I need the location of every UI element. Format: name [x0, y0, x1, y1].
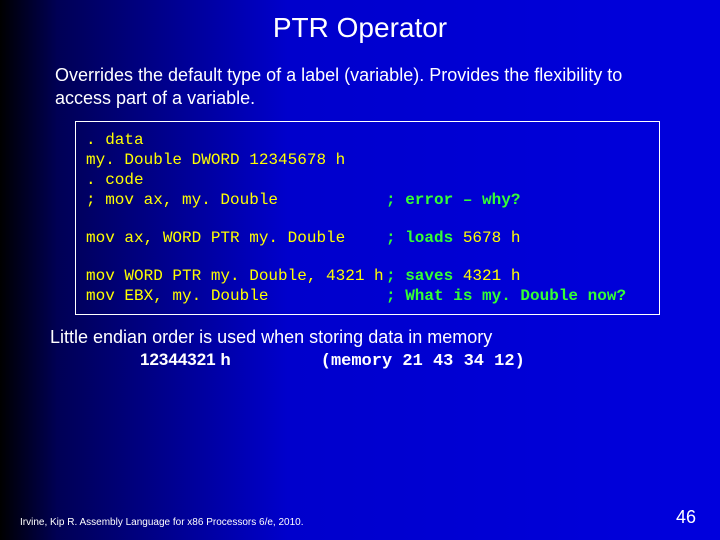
code-comment: ; loads 5678 h [386, 228, 520, 248]
endian-row: 12344321 h (memory 21 43 34 12) [50, 350, 680, 371]
endian-memory: (memory 21 43 34 12) [321, 352, 525, 371]
page-number: 46 [676, 507, 696, 528]
code-line-left: ; mov ax, my. Double [86, 190, 386, 210]
code-comment: ; error – why? [386, 190, 520, 210]
code-line-left: mov ax, WORD PTR my. Double [86, 228, 386, 248]
code-comment: ; What is my. Double now? [386, 286, 626, 306]
code-line: . code [86, 170, 386, 190]
slide-title: PTR Operator [0, 0, 720, 54]
code-line: . data [86, 130, 386, 150]
code-line-left: mov EBX, my. Double [86, 286, 386, 306]
footer-citation: Irvine, Kip R. Assembly Language for x86… [20, 517, 304, 528]
code-line: my. Double DWORD 12345678 h [86, 150, 386, 170]
code-block: . data my. Double DWORD 12345678 h . cod… [75, 121, 660, 315]
intro-text: Overrides the default type of a label (v… [55, 64, 670, 111]
endian-value: 12344321 h [140, 350, 231, 370]
code-comment: ; saves 4321 h [386, 266, 520, 286]
endian-text: Little endian order is used when storing… [50, 327, 680, 348]
code-line-left: mov WORD PTR my. Double, 4321 h [86, 266, 386, 286]
